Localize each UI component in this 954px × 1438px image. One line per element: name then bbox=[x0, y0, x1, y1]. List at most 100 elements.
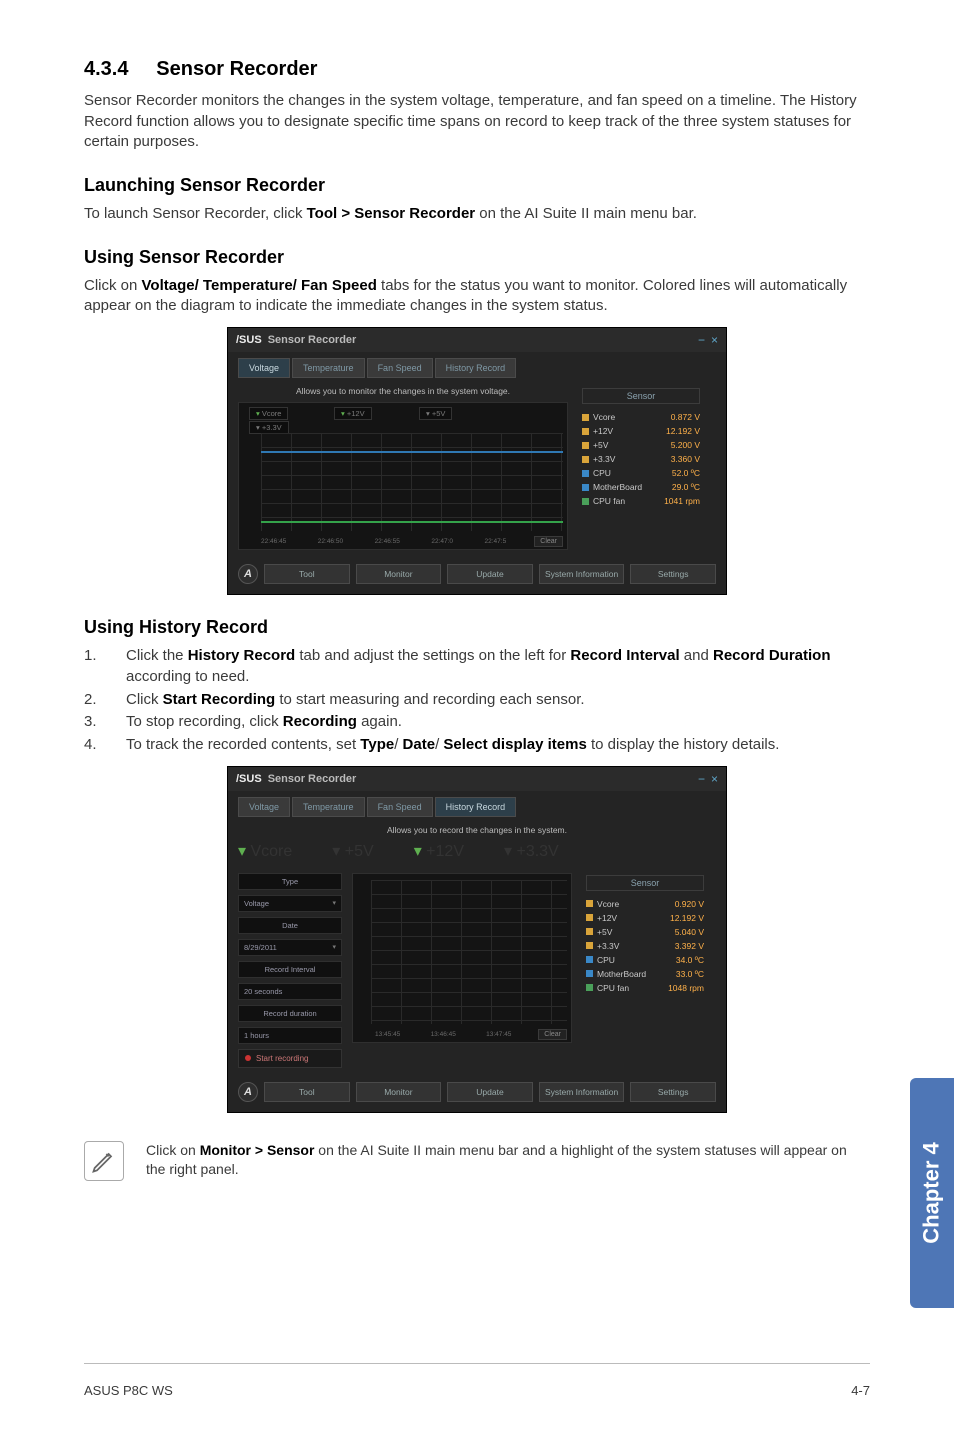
home-icon-2[interactable]: A bbox=[238, 1082, 258, 1102]
sensor-row: Vcore0.872 V bbox=[582, 410, 700, 424]
footer-right: 4-7 bbox=[851, 1383, 870, 1398]
footer-tool[interactable]: Tool bbox=[264, 564, 350, 584]
sensor-row: CPU fan1041 rpm bbox=[582, 494, 700, 508]
footer-settings[interactable]: Settings bbox=[630, 564, 716, 584]
chevron-down-icon: ▾ bbox=[332, 943, 336, 951]
voltage-chart: ▾ Vcore ▾ +12V ▾ +5V ▾ +3.3V 22:46:4522:… bbox=[238, 402, 568, 550]
app-logo: /SUSSensor Recorder bbox=[236, 334, 356, 346]
note-text: Click on Monitor > Sensor on the AI Suit… bbox=[146, 1141, 870, 1180]
sensor-row: +5V5.040 V bbox=[586, 925, 704, 939]
chapter-tab: Chapter 4 bbox=[910, 1078, 954, 1308]
window-close-icon-2[interactable]: × bbox=[711, 772, 718, 786]
start-recording-button[interactable]: Start recording bbox=[238, 1049, 342, 1068]
screenshot-sensor-recorder: /SUSSensor Recorder − × Voltage Temperat… bbox=[227, 327, 727, 595]
pencil-icon bbox=[84, 1141, 124, 1181]
footer-monitor[interactable]: Monitor bbox=[356, 564, 442, 584]
footer-left: ASUS P8C WS bbox=[84, 1383, 173, 1398]
record-duration-label: Record duration bbox=[238, 1005, 342, 1022]
record-interval-label: Record Interval bbox=[238, 961, 342, 978]
sensor-row: MotherBoard29.0 ºC bbox=[582, 480, 700, 494]
window-title: Sensor Recorder bbox=[268, 334, 357, 346]
record-settings-panel: Type Voltage▾ Date 8/29/2011▾ Record Int… bbox=[238, 873, 348, 1068]
clear-button-2[interactable]: Clear bbox=[538, 1029, 567, 1040]
footer-update-2[interactable]: Update bbox=[447, 1082, 533, 1102]
using-sr-heading: Using Sensor Recorder bbox=[84, 247, 870, 268]
launching-heading: Launching Sensor Recorder bbox=[84, 175, 870, 196]
sensor-row: Vcore0.920 V bbox=[586, 897, 704, 911]
clear-button[interactable]: Clear bbox=[534, 536, 563, 547]
tab-temperature-2[interactable]: Temperature bbox=[292, 797, 365, 817]
tab-voltage-2[interactable]: Voltage bbox=[238, 797, 290, 817]
sensor-panel-header-2: Sensor bbox=[586, 875, 704, 891]
section-intro: Sensor Recorder monitors the changes in … bbox=[84, 91, 870, 153]
window-title-2: Sensor Recorder bbox=[268, 773, 357, 785]
chart-x-axis: 22:46:4522:46:5022:46:5522:47:022:47:522… bbox=[261, 538, 563, 545]
app-footer-2: A Tool Monitor Update System Information… bbox=[228, 1076, 726, 1112]
tab-temperature[interactable]: Temperature bbox=[292, 358, 365, 378]
type-label: Type bbox=[238, 873, 342, 890]
date-label: Date bbox=[238, 917, 342, 934]
sensor-row: CPU34.0 ºC bbox=[586, 953, 704, 967]
section-heading: 4.3.4 Sensor Recorder bbox=[84, 58, 870, 81]
app-logo-2: /SUSSensor Recorder bbox=[236, 773, 356, 785]
using-sr-pre: Click on bbox=[84, 277, 142, 294]
sensor-panel-header: Sensor bbox=[582, 388, 700, 404]
window-minimize-icon[interactable]: − bbox=[698, 333, 705, 347]
pane-description: Allows you to monitor the changes in the… bbox=[238, 386, 568, 396]
date-dropdown[interactable]: 8/29/2011▾ bbox=[238, 939, 342, 956]
record-icon bbox=[245, 1055, 251, 1061]
tab-history-record-2[interactable]: History Record bbox=[435, 797, 517, 817]
screenshot-history-record: /SUSSensor Recorder − × Voltage Temperat… bbox=[227, 766, 727, 1113]
window-titlebar-2: /SUSSensor Recorder − × bbox=[228, 767, 726, 791]
tabs-row-2: Voltage Temperature Fan Speed History Re… bbox=[228, 791, 726, 819]
section-title-text: Sensor Recorder bbox=[156, 58, 317, 80]
series-toggle-2d[interactable]: ▾ +3.3V bbox=[504, 841, 559, 861]
footer-update[interactable]: Update bbox=[447, 564, 533, 584]
launching-pre: To launch Sensor Recorder, click bbox=[84, 205, 307, 222]
home-icon[interactable]: A bbox=[238, 564, 258, 584]
series-toggle-vcore[interactable]: ▾ Vcore bbox=[249, 407, 288, 420]
chart-line-12v bbox=[261, 451, 563, 453]
sensor-row: CPU52.0 ºC bbox=[582, 466, 700, 480]
sensor-row: +12V12.192 V bbox=[586, 911, 704, 925]
type-dropdown[interactable]: Voltage▾ bbox=[238, 895, 342, 912]
footer-tool-2[interactable]: Tool bbox=[264, 1082, 350, 1102]
history-chart: 13:45:4513:46:4513:47:4513:48:45 Clear bbox=[352, 873, 572, 1043]
record-interval-input[interactable]: 20 seconds bbox=[238, 983, 342, 1000]
chapter-tab-label: Chapter 4 bbox=[919, 1142, 945, 1243]
note-pre: Click on bbox=[146, 1142, 200, 1158]
chevron-down-icon: ▾ bbox=[332, 899, 336, 907]
window-minimize-icon-2[interactable]: − bbox=[698, 772, 705, 786]
tab-history-record[interactable]: History Record bbox=[435, 358, 517, 378]
footer-monitor-2[interactable]: Monitor bbox=[356, 1082, 442, 1102]
tab-fan-speed-2[interactable]: Fan Speed bbox=[367, 797, 433, 817]
step-item: 1.Click the History Record tab and adjus… bbox=[84, 646, 870, 687]
sensor-row: MotherBoard33.0 ºC bbox=[586, 967, 704, 981]
series-toggle-2c[interactable]: ▾ +12V bbox=[414, 841, 464, 861]
using-sr-text: Click on Voltage/ Temperature/ Fan Speed… bbox=[84, 276, 870, 317]
sensor-panel: Sensor Vcore0.872 V+12V12.192 V+5V5.200 … bbox=[576, 380, 708, 558]
chart-line-vcore bbox=[261, 521, 563, 523]
sensor-row: +12V12.192 V bbox=[582, 424, 700, 438]
series-toggle-2b[interactable]: ▾ +5V bbox=[332, 841, 373, 861]
sensor-row: +3.3V3.392 V bbox=[586, 939, 704, 953]
app-footer: A Tool Monitor Update System Information… bbox=[228, 558, 726, 594]
window-titlebar: /SUSSensor Recorder − × bbox=[228, 328, 726, 352]
footer-settings-2[interactable]: Settings bbox=[630, 1082, 716, 1102]
window-close-icon[interactable]: × bbox=[711, 333, 718, 347]
tab-voltage[interactable]: Voltage bbox=[238, 358, 290, 378]
series-toggle-12v[interactable]: ▾ +12V bbox=[334, 407, 372, 420]
sensor-row: +3.3V3.360 V bbox=[582, 452, 700, 466]
launching-post: on the AI Suite II main menu bar. bbox=[475, 205, 697, 222]
history-record-steps: 1.Click the History Record tab and adjus… bbox=[84, 646, 870, 755]
record-duration-input[interactable]: 1 hours bbox=[238, 1027, 342, 1044]
tab-fan-speed[interactable]: Fan Speed bbox=[367, 358, 433, 378]
step-item: 3.To stop recording, click Recording aga… bbox=[84, 712, 870, 733]
launching-text: To launch Sensor Recorder, click Tool > … bbox=[84, 204, 870, 225]
footer-sysinfo[interactable]: System Information bbox=[539, 564, 625, 584]
step-item: 4.To track the recorded contents, set Ty… bbox=[84, 735, 870, 756]
footer-sysinfo-2[interactable]: System Information bbox=[539, 1082, 625, 1102]
series-toggle-2a[interactable]: ▾ Vcore bbox=[238, 841, 292, 861]
using-hr-heading: Using History Record bbox=[84, 617, 870, 638]
series-toggle-5v[interactable]: ▾ +5V bbox=[419, 407, 452, 420]
